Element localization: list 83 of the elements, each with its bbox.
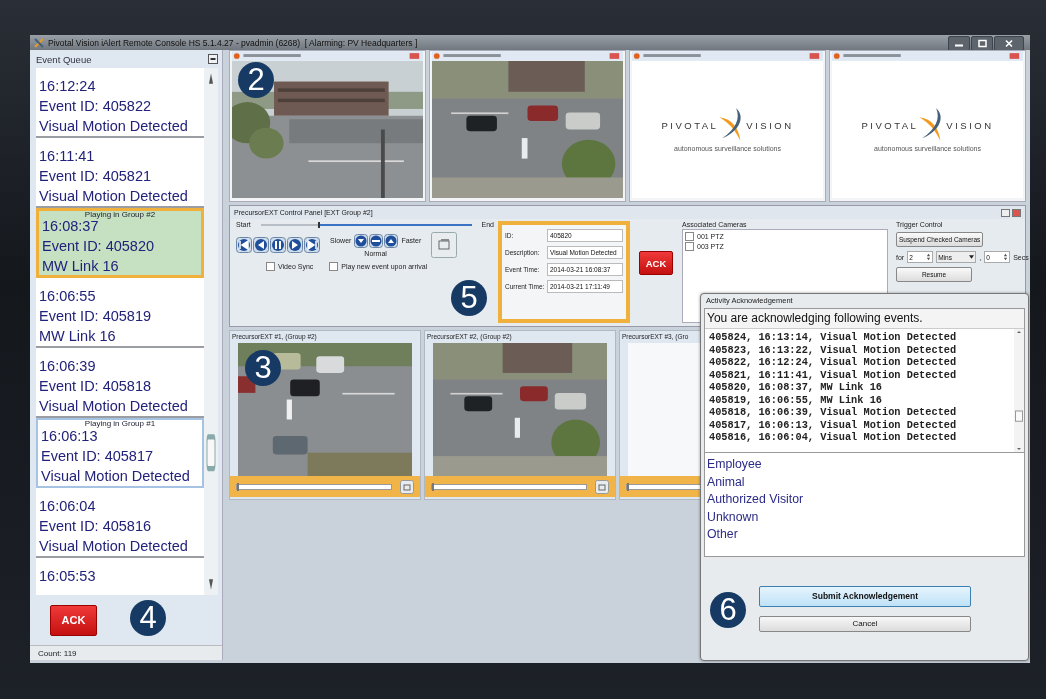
cancel-button[interactable]: Cancel: [759, 615, 971, 632]
checkbox[interactable]: [329, 262, 339, 271]
camera-header-icon: [232, 51, 423, 61]
event-id: Event ID: 405817: [41, 447, 155, 466]
event-time: 16:06:39: [39, 357, 97, 376]
event-time: 16:05:53: [39, 567, 97, 586]
playing-label: Playing in Group #2: [83, 210, 157, 219]
event-time: 16:06:13: [41, 428, 99, 446]
event-id: Event ID: 405819: [39, 307, 153, 326]
logo-text: VISION: [946, 119, 994, 131]
play-icon[interactable]: [287, 237, 303, 253]
dropdown-caret-icon: [969, 255, 975, 259]
camera-header-icon: [432, 51, 623, 61]
event-id: Event ID: 405818: [39, 377, 153, 396]
window-buttons-icon[interactable]: [1001, 208, 1021, 217]
event-id: Event ID: 405820: [42, 237, 156, 256]
timeline-slider[interactable]: [260, 223, 472, 226]
pause-icon[interactable]: [270, 237, 286, 253]
event-line: 405816, 16:06:04, Visual Motion Detected: [709, 431, 958, 444]
camera-header-icon: [832, 51, 1023, 61]
category-option[interactable]: Other: [707, 526, 1022, 544]
event-line: 405822, 16:12:24, Visual Motion Detected: [709, 356, 958, 369]
event-description: MW Link 16: [42, 257, 120, 276]
camera-header-icon: [632, 51, 823, 61]
event-time: 16:06:04: [39, 497, 97, 516]
event-line: 405817, 16:06:13, Visual Motion Detected: [709, 418, 958, 431]
play-back-icon[interactable]: [253, 237, 269, 253]
playback-slider[interactable]: [236, 483, 392, 490]
event-id: Event ID: 405816: [39, 517, 153, 536]
event-description: MW Link 16: [39, 327, 117, 346]
ack-button[interactable]: ACK: [639, 251, 673, 275]
category-option[interactable]: Employee: [707, 456, 1022, 474]
category-option[interactable]: Animal: [707, 473, 1022, 491]
ack-button[interactable]: ACK: [50, 604, 97, 636]
skip-back-icon[interactable]: [236, 237, 252, 253]
slider-thumb[interactable]: [317, 221, 320, 228]
checkbox[interactable]: [266, 262, 275, 271]
event-time: 16:08:37: [42, 218, 99, 236]
event-time: 16:12:24: [39, 77, 97, 96]
playing-label: Playing in Group #1: [83, 419, 157, 428]
event-item[interactable]: Playing in Group #1 16:06:13 Event ID: 405817 Visual Motion Detected: [36, 418, 204, 488]
event-item[interactable]: Playing in Group #2 16:08:37 Event ID: 405820 MW Link 16: [36, 208, 204, 278]
category-option[interactable]: Unknown: [707, 508, 1022, 526]
event-id: Event ID: 405822: [39, 97, 153, 116]
scrollbar-icon[interactable]: [1014, 329, 1024, 452]
status-bar: Count: 119: [30, 645, 222, 660]
event-line: 405823, 16:13:22, Visual Motion Detected: [709, 343, 958, 356]
logo-text: PIVOTAL: [861, 119, 919, 131]
event-time: 16:06:55: [39, 287, 97, 306]
skip-forward-icon[interactable]: [304, 237, 320, 253]
app-icon: [34, 37, 44, 48]
slower-icon[interactable]: [354, 233, 369, 248]
event-description: Visual Motion Detected: [39, 117, 189, 136]
event-line: 405818, 16:06:39, Visual Motion Detected: [709, 406, 958, 419]
event-time: 16:11:41: [39, 147, 96, 166]
checkbox[interactable]: [685, 242, 694, 251]
event-line: 405820, 16:08:37, MW Link 16: [709, 381, 884, 394]
panel-title: Event Queue: [36, 53, 92, 65]
normal-speed-icon[interactable]: [369, 233, 384, 248]
event-line: 405824, 16:13:14, Visual Motion Detected: [709, 331, 958, 344]
snapshot-icon[interactable]: [595, 479, 609, 494]
logo-text: PIVOTAL: [661, 119, 719, 131]
dialog-message: You are acknowledging following events.: [705, 309, 1024, 329]
event-id: Event ID: 405821: [39, 167, 153, 186]
logo-text: VISION: [746, 119, 794, 131]
event-line: 405821, 16:11:41, Visual Motion Detected: [709, 368, 958, 381]
spinner-arrows-icon[interactable]: [926, 252, 932, 262]
event-description: Visual Motion Detected: [39, 187, 189, 206]
snapshot-icon[interactable]: [431, 232, 458, 258]
playback-slider[interactable]: [431, 483, 587, 490]
faster-icon[interactable]: [384, 233, 399, 248]
event-line: 405819, 16:06:55, MW Link 16: [709, 393, 884, 406]
category-option[interactable]: Authorized Visitor: [707, 491, 1022, 509]
event-description: Visual Motion Detected: [41, 467, 191, 486]
checkbox[interactable]: [685, 232, 694, 241]
snapshot-icon[interactable]: [400, 479, 414, 494]
spinner-arrows-icon[interactable]: [1003, 252, 1009, 262]
submit-button[interactable]: Submit Acknowledgement: [759, 585, 971, 607]
event-description: Visual Motion Detected: [39, 397, 189, 416]
event-description: Visual Motion Detected: [39, 537, 189, 556]
window-title: Pivotal Vision iAlert Remote Console HS 5.1.4.27 - pvadmin (6268) [ Alarming: PV Headquarters ]: [48, 37, 418, 48]
scrollbar-icon[interactable]: [204, 68, 218, 595]
collapse-icon[interactable]: [208, 54, 218, 64]
